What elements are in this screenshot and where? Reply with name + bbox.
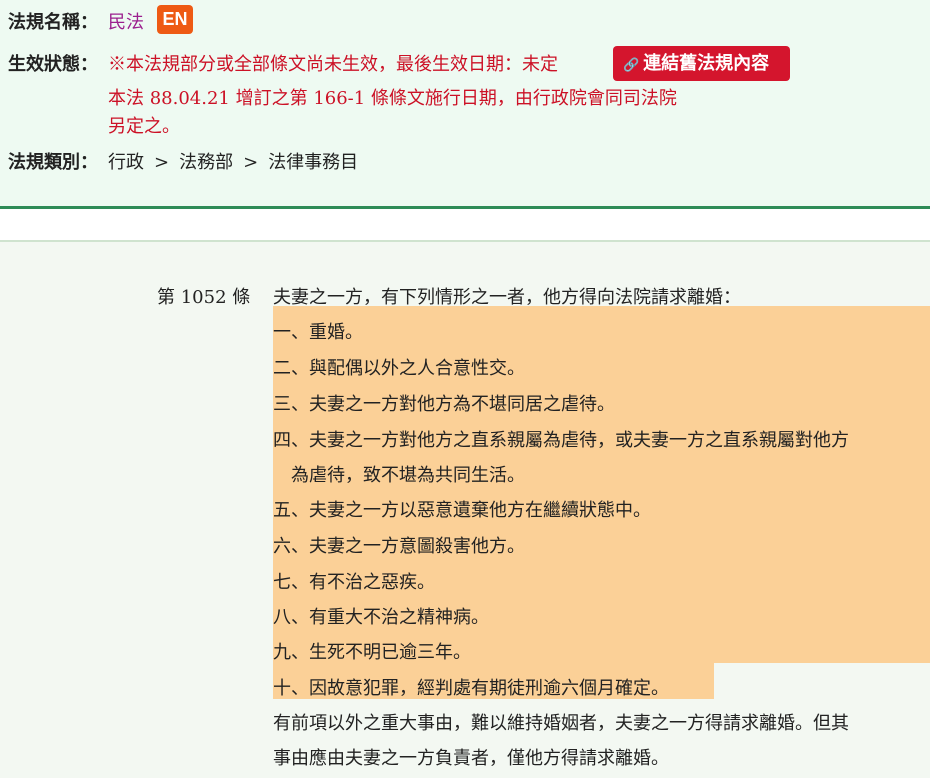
breadcrumb: 行政 > 法務部 > 法律事務目 — [108, 148, 358, 174]
status-note: 另定之。 — [108, 116, 180, 137]
article-closing: 有前項以外之重大事由，難以維持婚姻者，夫妻之一方得請求離婚。但其 — [273, 713, 849, 734]
law-name-link[interactable]: 民法 — [108, 8, 144, 34]
breadcrumb-separator: > — [154, 152, 170, 173]
article-number[interactable]: 第 1052 條 — [157, 283, 250, 309]
breadcrumb-item[interactable]: 法律事務目 — [268, 148, 358, 174]
article-item: 六、夫妻之一方意圖殺害他方。 — [273, 536, 525, 557]
article-item: 三、夫妻之一方對他方為不堪同居之虐待。 — [273, 394, 615, 415]
law-name-label: 法規名稱： — [8, 12, 98, 33]
article-item: 五、夫妻之一方以惡意遺棄他方在繼續狀態中。 — [273, 500, 651, 521]
status-label: 生效狀態： — [8, 54, 98, 75]
english-version-button[interactable]: EN — [157, 5, 193, 34]
status-note: 本法 88.04.21 增訂之第 166-1 條條文施行日期，由行政院會同司法院 — [108, 88, 677, 109]
breadcrumb-item[interactable]: 法務部 — [179, 148, 233, 174]
article-item: 四、夫妻之一方對他方之直系親屬為虐待，或夫妻一方之直系親屬對他方 — [273, 430, 849, 451]
status-text: ※本法規部分或全部條文尚未生效，最後生效日期：未定 — [108, 54, 558, 75]
old-law-link-label: 連結舊法規內容 — [643, 53, 770, 74]
article-closing: 事由應由夫妻之一方負責者，僅他方得請求離婚。 — [273, 748, 669, 769]
article-item: 為虐待，致不堪為共同生活。 — [273, 465, 525, 486]
article-item: 二、與配偶以外之人合意性交。 — [273, 358, 525, 379]
breadcrumb-item[interactable]: 行政 — [108, 148, 144, 174]
article-item: 十、因故意犯罪，經判處有期徒刑逾六個月確定。 — [273, 678, 669, 699]
breadcrumb-separator: > — [243, 152, 259, 173]
article-item: 一、重婚。 — [273, 322, 363, 343]
article-item: 八、有重大不治之精神病。 — [273, 607, 489, 628]
divider — [0, 206, 930, 209]
link-icon: 🔗 — [623, 58, 640, 73]
article-item: 七、有不治之惡疾。 — [273, 572, 435, 593]
old-law-link-button[interactable]: 🔗 連結舊法規內容 — [613, 46, 790, 81]
article-item: 九、生死不明已逾三年。 — [273, 642, 471, 663]
category-label: 法規類別： — [8, 152, 98, 173]
